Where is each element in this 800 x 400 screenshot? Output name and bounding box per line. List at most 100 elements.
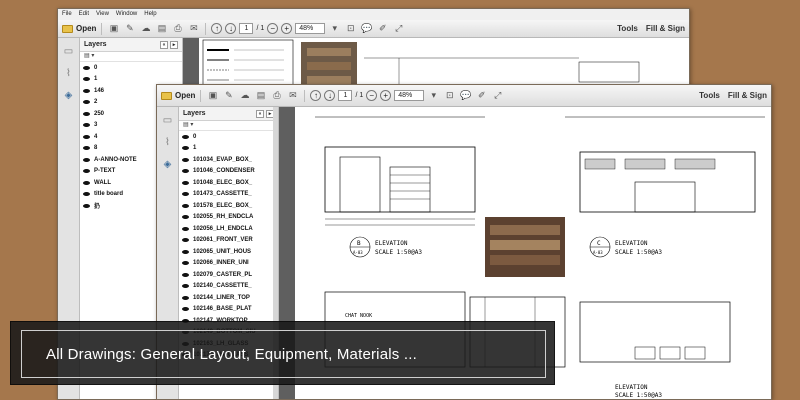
- eye-icon[interactable]: [83, 100, 90, 105]
- page-number-input[interactable]: 1: [338, 90, 353, 101]
- eye-icon[interactable]: [83, 180, 90, 185]
- layer-item[interactable]: 102056_LH_ENDCLA: [179, 223, 278, 235]
- layer-item[interactable]: 102066_INNER_UNI: [179, 258, 278, 270]
- layer-item[interactable]: 102144_LINER_TOP: [179, 292, 278, 304]
- save-icon[interactable]: ▤: [155, 22, 168, 35]
- layer-options-menu[interactable]: ▤ ▾: [179, 121, 278, 131]
- pages-icon[interactable]: ▭: [162, 115, 174, 127]
- eye-icon[interactable]: [182, 157, 189, 162]
- comment-icon[interactable]: 💬: [360, 22, 373, 35]
- layer-item[interactable]: 101578_ELEC_BOX_: [179, 200, 278, 212]
- eye-icon[interactable]: [182, 134, 189, 139]
- email-icon[interactable]: ✉: [286, 89, 299, 102]
- layer-item[interactable]: 102061_FRONT_VER: [179, 235, 278, 247]
- layer-item[interactable]: 102140_CASSETTE_: [179, 281, 278, 293]
- menu-file[interactable]: File: [62, 11, 72, 18]
- comment-icon[interactable]: 💬: [459, 89, 472, 102]
- layers-icon[interactable]: ◈: [162, 159, 174, 171]
- dropdown-arrow-icon[interactable]: ▾: [328, 22, 341, 35]
- eye-icon[interactable]: [83, 88, 90, 93]
- zoom-out-icon[interactable]: −: [267, 23, 279, 34]
- fill-sign-link[interactable]: Fill & Sign: [646, 24, 685, 33]
- layer-item[interactable]: 102146_BASE_PLAT: [179, 304, 278, 316]
- highlight-icon[interactable]: ✐: [376, 22, 389, 35]
- layer-item[interactable]: 101048_ELEC_BOX_: [179, 177, 278, 189]
- layers-icon[interactable]: ◈: [63, 90, 75, 102]
- print-icon[interactable]: ⎙: [171, 22, 184, 35]
- eye-icon[interactable]: [182, 180, 189, 185]
- zoom-out-icon[interactable]: −: [366, 90, 378, 101]
- tools-link[interactable]: Tools: [699, 91, 720, 100]
- layer-item[interactable]: 101046_CONDENSER: [179, 166, 278, 178]
- tools-link[interactable]: Tools: [617, 24, 638, 33]
- email-icon[interactable]: ✉: [187, 22, 200, 35]
- zoom-in-icon[interactable]: +: [380, 90, 392, 101]
- highlight-icon[interactable]: ✐: [475, 89, 488, 102]
- open-button[interactable]: Open: [161, 91, 195, 100]
- edit-pdf-icon[interactable]: ✎: [222, 89, 235, 102]
- zoom-select[interactable]: 48%: [295, 23, 326, 34]
- eye-icon[interactable]: [182, 226, 189, 231]
- edit-pdf-icon[interactable]: ✎: [123, 22, 136, 35]
- layer-item[interactable]: 102079_CASTER_PL: [179, 269, 278, 281]
- eye-icon[interactable]: [83, 65, 90, 70]
- layer-item[interactable]: 102055_RH_ENDCLA: [179, 212, 278, 224]
- save-icon[interactable]: ▤: [254, 89, 267, 102]
- fit-page-icon[interactable]: ⊡: [443, 89, 456, 102]
- eye-icon[interactable]: [83, 192, 90, 197]
- layer-item[interactable]: 101473_CASSETTE_: [179, 189, 278, 201]
- eye-icon[interactable]: [83, 203, 90, 208]
- options-icon[interactable]: ▸: [170, 40, 178, 49]
- create-pdf-icon[interactable]: ▣: [206, 89, 219, 102]
- eye-icon[interactable]: [182, 169, 189, 174]
- page-number-input[interactable]: 1: [239, 23, 254, 34]
- page-up-icon[interactable]: ↑: [211, 23, 223, 34]
- menu-edit[interactable]: Edit: [79, 11, 89, 18]
- eye-icon[interactable]: [83, 111, 90, 116]
- layer-item[interactable]: 0: [179, 131, 278, 143]
- read-mode-icon[interactable]: ⤢: [392, 22, 405, 35]
- zoom-in-icon[interactable]: +: [281, 23, 293, 34]
- attachments-icon[interactable]: ⌇: [162, 137, 174, 149]
- upload-icon[interactable]: ☁: [238, 89, 251, 102]
- eye-icon[interactable]: [182, 192, 189, 197]
- eye-icon[interactable]: [182, 284, 189, 289]
- eye-icon[interactable]: [182, 215, 189, 220]
- layer-item[interactable]: 102065_UNIT_HOUS: [179, 246, 278, 258]
- fit-page-icon[interactable]: ⊡: [344, 22, 357, 35]
- open-button[interactable]: Open: [62, 24, 96, 33]
- eye-icon[interactable]: [182, 272, 189, 277]
- eye-icon[interactable]: [83, 77, 90, 82]
- eye-icon[interactable]: [83, 123, 90, 128]
- zoom-select[interactable]: 48%: [394, 90, 425, 101]
- page-down-icon[interactable]: ↓: [225, 23, 237, 34]
- dropdown-arrow-icon[interactable]: ▾: [427, 89, 440, 102]
- create-pdf-icon[interactable]: ▣: [107, 22, 120, 35]
- collapse-icon[interactable]: «: [160, 40, 168, 49]
- attachments-icon[interactable]: ⌇: [63, 68, 75, 80]
- eye-icon[interactable]: [83, 146, 90, 151]
- layer-options-menu[interactable]: ▤ ▾: [80, 52, 182, 62]
- collapse-icon[interactable]: «: [256, 109, 264, 118]
- eye-icon[interactable]: [182, 295, 189, 300]
- eye-icon[interactable]: [182, 238, 189, 243]
- read-mode-icon[interactable]: ⤢: [491, 89, 504, 102]
- fill-sign-link[interactable]: Fill & Sign: [728, 91, 767, 100]
- eye-icon[interactable]: [182, 146, 189, 151]
- page-up-icon[interactable]: ↑: [310, 90, 322, 101]
- eye-icon[interactable]: [83, 169, 90, 174]
- eye-icon[interactable]: [182, 249, 189, 254]
- menu-window[interactable]: Window: [116, 11, 137, 18]
- eye-icon[interactable]: [83, 157, 90, 162]
- page-down-icon[interactable]: ↓: [324, 90, 336, 101]
- print-icon[interactable]: ⎙: [270, 89, 283, 102]
- menu-view[interactable]: View: [96, 11, 109, 18]
- pages-icon[interactable]: ▭: [63, 46, 75, 58]
- layer-item[interactable]: 1: [179, 143, 278, 155]
- eye-icon[interactable]: [182, 261, 189, 266]
- layer-item[interactable]: 0: [80, 62, 182, 74]
- upload-icon[interactable]: ☁: [139, 22, 152, 35]
- menu-help[interactable]: Help: [144, 11, 156, 18]
- eye-icon[interactable]: [182, 203, 189, 208]
- eye-icon[interactable]: [182, 307, 189, 312]
